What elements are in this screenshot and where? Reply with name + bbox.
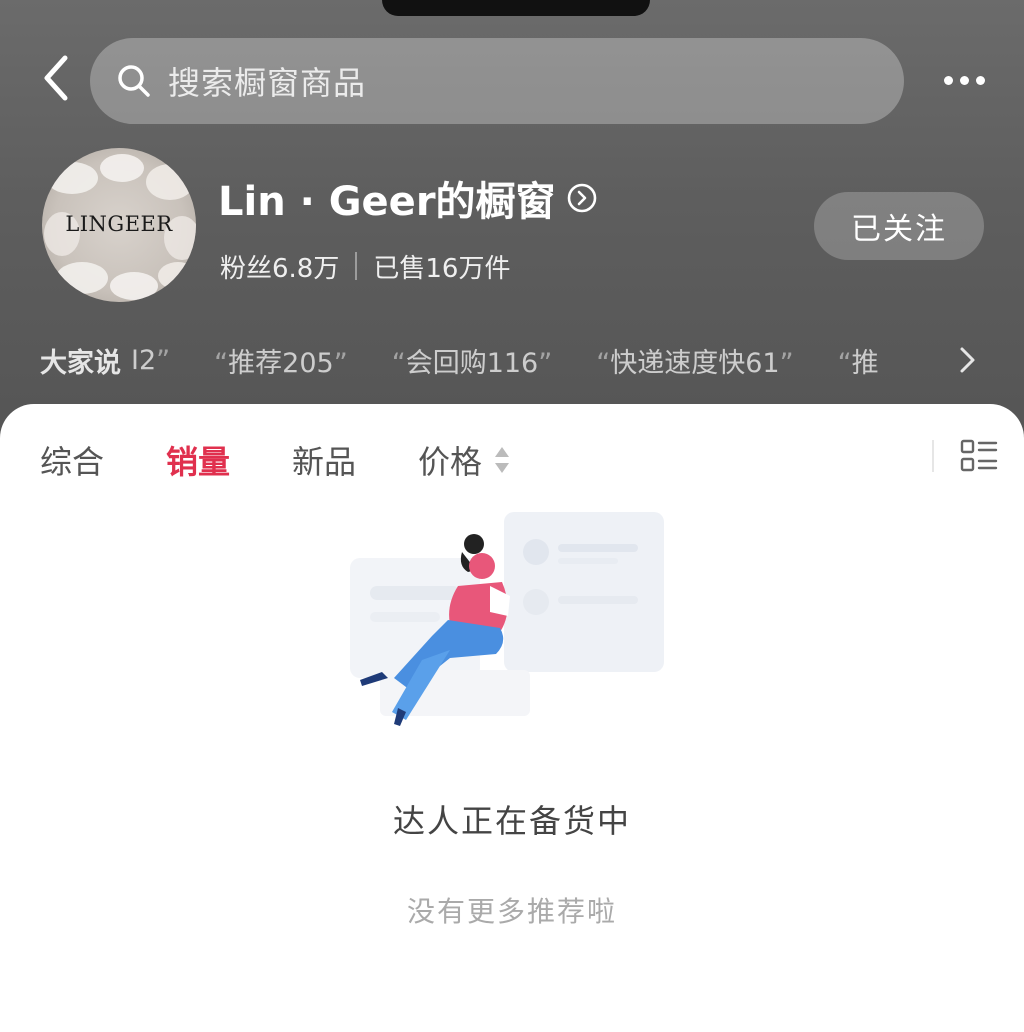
more-options-button[interactable] [934,60,994,100]
reviews-label: 大家说 [40,347,121,379]
tab-new[interactable]: 新品 [292,437,356,483]
layout-divider [932,440,934,472]
search-input[interactable]: 搜索橱窗商品 [90,38,904,124]
empty-state-title: 达人正在备货中 [392,802,631,840]
chevron-right-icon[interactable] [954,344,980,376]
review-tag[interactable]: “快递速度快61” [596,341,793,380]
review-tag[interactable]: “推 [838,341,879,380]
store-avatar[interactable]: LINGEER [42,148,196,302]
sold-count: 已售16万件 [373,253,511,284]
tab-price[interactable]: 价格 [418,437,510,483]
back-button[interactable] [36,52,76,104]
store-title[interactable]: Lin · Geer的橱窗 [218,168,598,228]
review-tag[interactable]: I2” [131,345,170,376]
review-tag[interactable]: “会回购116” [392,341,553,380]
empty-state-subtitle: 没有更多推荐啦 [406,895,617,928]
tab-comprehensive[interactable]: 综合 [40,437,104,483]
sort-updown-icon [495,447,510,473]
store-name: Lin · Geer的橱窗 [218,179,556,225]
circle-chevron-right-icon [566,182,598,214]
tab-price-label: 价格 [418,443,483,481]
chevron-left-icon [44,55,68,101]
review-tag[interactable]: “推荐205” [214,341,348,380]
reviews-strip[interactable]: 大家说 I2” “推荐205” “会回购116” “快递速度快61” “推 [40,336,990,384]
device-notch [382,0,650,16]
sort-tabs: 综合 销量 新品 价格 [40,430,572,490]
search-placeholder: 搜索橱窗商品 [168,64,367,102]
fans-count: 粉丝6.8万 [220,253,340,284]
store-stats: 粉丝6.8万 已售16万件 [220,244,510,288]
follow-button[interactable]: 已关注 [814,192,984,260]
search-icon [118,65,150,97]
stats-divider [355,252,358,280]
more-dots-icon [943,75,953,85]
store-logo-text: LINGEER [65,212,173,236]
list-layout-icon[interactable] [960,438,998,474]
empty-state-illustration [350,512,664,726]
tab-sales[interactable]: 销量 [166,437,230,483]
